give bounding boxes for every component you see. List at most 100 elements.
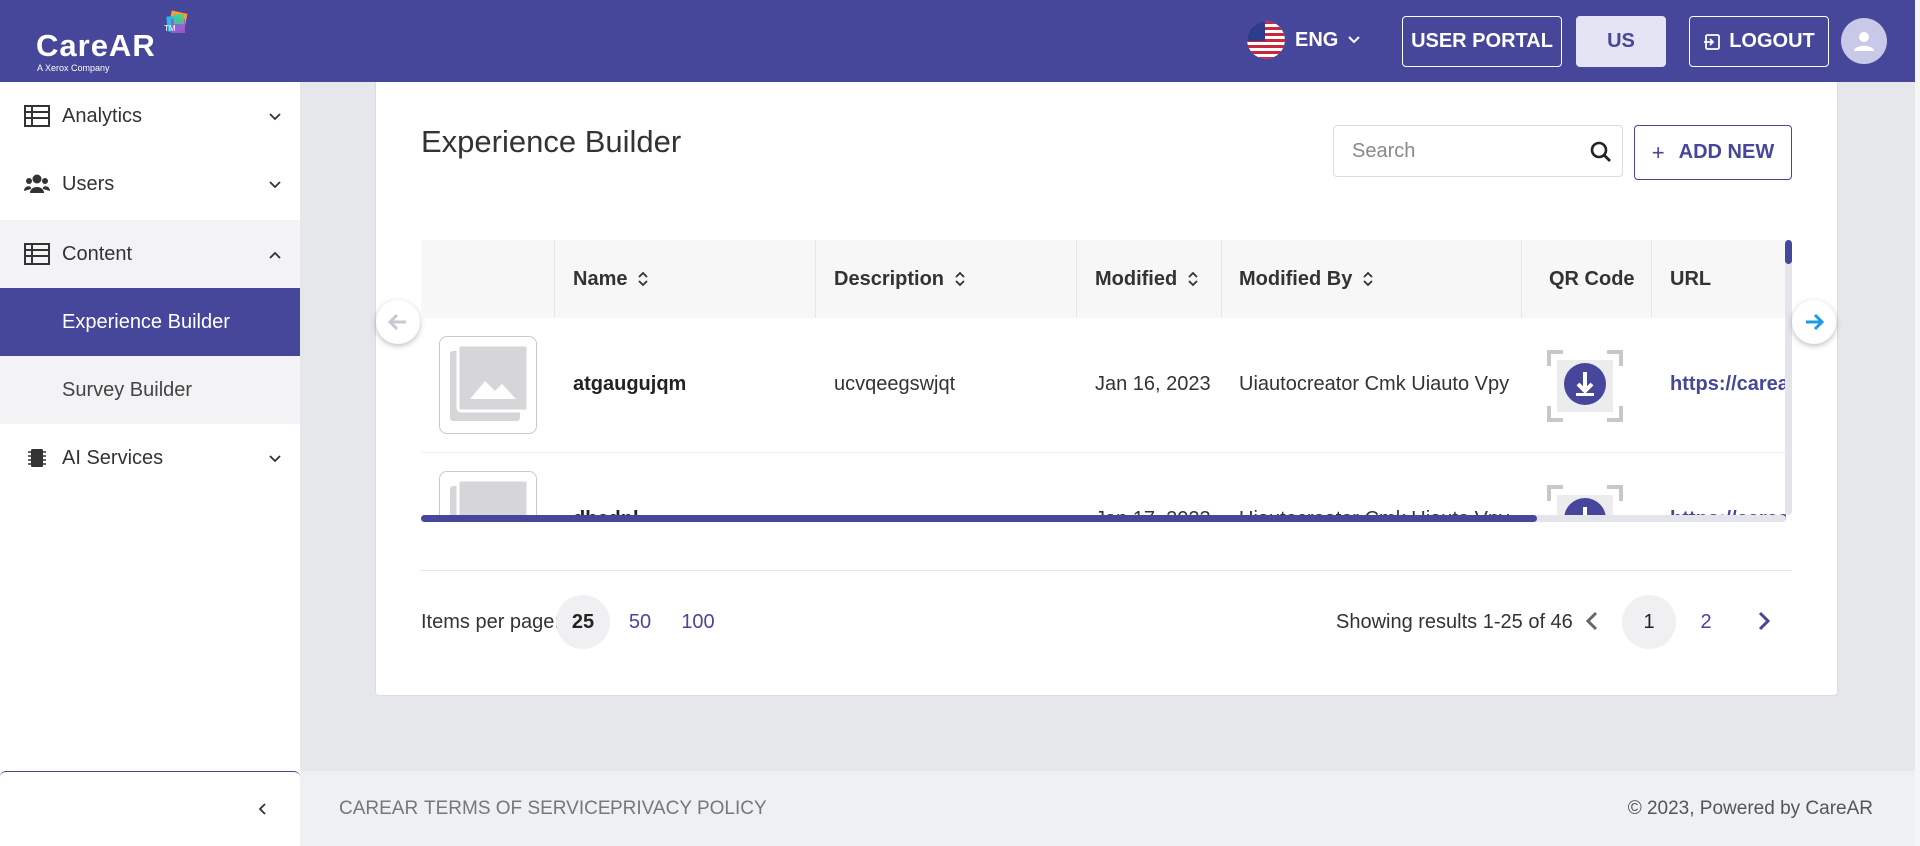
chevron-left-icon <box>1585 611 1598 631</box>
row-description: ucvqeegswjqt <box>834 373 956 395</box>
logout-label: LOGOUT <box>1729 30 1815 52</box>
add-new-label: ADD NEW <box>1678 141 1775 163</box>
column-header-modified[interactable]: Modified <box>1095 240 1199 318</box>
sidebar-subitem-survey-builder[interactable]: Survey Builder <box>0 356 300 424</box>
chevron-down-icon <box>269 455 281 463</box>
sidebar: Analytics Users Content Experience Build… <box>0 82 300 846</box>
sidebar-item-label: AI Services <box>62 446 164 469</box>
column-divider <box>1076 240 1077 318</box>
next-page-button[interactable] <box>1749 606 1779 636</box>
row-modified-by: Uiautocreator Cmk Uiauto Vpy <box>1239 373 1510 395</box>
column-divider <box>815 240 816 318</box>
column-divider <box>1521 240 1522 318</box>
column-header-label: Description <box>834 267 945 290</box>
us-flag-icon <box>1247 21 1285 59</box>
logout-button[interactable]: LOGOUT <box>1689 16 1829 67</box>
column-header-label: Name <box>573 267 628 290</box>
user-portal-button[interactable]: USER PORTAL <box>1402 16 1562 67</box>
page-title: Experience Builder <box>421 124 682 159</box>
language-label: ENG <box>1295 28 1339 51</box>
column-header-url: URL <box>1670 267 1712 290</box>
search-input[interactable] <box>1334 126 1584 176</box>
search-icon[interactable] <box>1590 141 1612 163</box>
experiences-table: Name Description Modified Modified By QR… <box>421 240 1786 520</box>
table-row[interactable]: dbcdnl Jan 17, 2023 Uiautocreator Cmk Ui… <box>421 453 1786 520</box>
scrollbar-thumb[interactable] <box>421 515 1537 522</box>
page-number-2[interactable]: 2 <box>1679 595 1733 649</box>
carear-logo[interactable]: CareAR TM A Xerox Company <box>36 10 196 74</box>
page-size-option-50[interactable]: 50 <box>613 595 667 649</box>
sidebar-item-label: Users <box>62 172 115 195</box>
users-icon <box>24 172 52 196</box>
sidebar-item-users[interactable]: Users <box>0 150 300 218</box>
footer: CAREAR TERMS OF SERVICE PRIVACY POLICY ©… <box>300 771 1915 846</box>
footer-link-carear[interactable]: CAREAR <box>339 798 418 820</box>
sidebar-item-content[interactable]: Content <box>0 220 300 288</box>
column-header-modified-by[interactable]: Modified By <box>1239 240 1374 318</box>
footer-link-privacy[interactable]: PRIVACY POLICY <box>610 798 767 820</box>
row-url-link[interactable]: https://carear <box>1670 373 1786 396</box>
row-modified: Jan 16, 2023 <box>1095 373 1211 395</box>
previous-page-button[interactable] <box>1577 606 1607 636</box>
arrow-right-icon <box>1806 313 1824 331</box>
table-header: Name Description Modified Modified By QR… <box>421 240 1786 318</box>
table-icon <box>24 242 52 266</box>
sort-icon <box>955 271 965 287</box>
sidebar-item-analytics[interactable]: Analytics <box>0 82 300 150</box>
region-button[interactable]: US <box>1576 16 1666 67</box>
copyright-text: © 2023, Powered by CareAR <box>1627 798 1873 819</box>
chevron-down-icon <box>1348 36 1361 44</box>
scroll-left-button[interactable] <box>376 300 420 344</box>
table-vertical-scrollbar[interactable] <box>1785 240 1792 515</box>
user-icon <box>1854 32 1874 51</box>
page-size-option-25[interactable]: 25 <box>556 595 610 649</box>
results-count: Showing results 1-25 of 46 <box>1336 611 1573 633</box>
plus-icon: + <box>1651 139 1665 165</box>
chip-icon <box>24 446 52 470</box>
chevron-right-icon <box>1758 611 1771 631</box>
logout-icon <box>1704 33 1721 50</box>
table-icon <box>24 104 52 128</box>
sidebar-collapse-bar[interactable] <box>0 771 300 846</box>
logo-trademark: TM <box>164 24 176 33</box>
add-new-button[interactable]: + ADD NEW <box>1634 125 1792 180</box>
sidebar-item-label: Analytics <box>62 104 143 127</box>
column-header-label: Modified By <box>1239 267 1353 290</box>
top-header: CareAR TM A Xerox Company ENG USER PORTA… <box>0 0 1920 82</box>
column-divider <box>1651 240 1652 318</box>
logo-tagline: A Xerox Company <box>37 63 110 73</box>
search-box <box>1333 125 1623 177</box>
table-row[interactable]: atgaugujqm ucvqeegswjqt Jan 16, 2023 Uia… <box>421 318 1786 453</box>
column-header-description[interactable]: Description <box>834 240 966 318</box>
sidebar-subitem-experience-builder[interactable]: Experience Builder <box>0 288 300 356</box>
sidebar-item-ai-services[interactable]: AI Services <box>0 424 300 492</box>
chevron-down-icon <box>269 113 281 121</box>
scroll-right-button[interactable] <box>1792 300 1836 344</box>
logo-wordmark: CareAR <box>36 28 156 63</box>
sort-icon <box>1363 271 1373 287</box>
column-header-name[interactable]: Name <box>573 240 649 318</box>
column-header-qr-code: QR Code <box>1549 267 1635 290</box>
column-divider <box>1221 240 1222 318</box>
chevron-up-icon <box>269 251 281 259</box>
arrow-left-icon <box>388 313 406 331</box>
user-avatar[interactable] <box>1841 18 1887 64</box>
sort-icon <box>1188 271 1198 287</box>
qr-download-icon[interactable] <box>1547 350 1623 422</box>
chevron-left-icon <box>258 803 266 815</box>
table-horizontal-scrollbar[interactable] <box>421 515 1786 522</box>
image-placeholder-icon <box>439 471 537 520</box>
page-size-option-100[interactable]: 100 <box>671 595 725 649</box>
image-placeholder-icon <box>439 336 537 434</box>
scrollbar-thumb[interactable] <box>1785 240 1792 264</box>
divider <box>421 570 1792 571</box>
page-number-1[interactable]: 1 <box>1622 595 1676 649</box>
column-header-label: Modified <box>1095 267 1178 290</box>
page-scrollbar[interactable] <box>1915 0 1920 846</box>
sort-icon <box>638 271 649 287</box>
language-selector[interactable]: ENG <box>1247 20 1361 60</box>
row-name[interactable]: atgaugujqm <box>573 373 686 396</box>
column-divider <box>554 240 555 318</box>
sidebar-item-label: Content <box>62 242 133 265</box>
footer-link-terms[interactable]: TERMS OF SERVICE <box>424 798 611 820</box>
